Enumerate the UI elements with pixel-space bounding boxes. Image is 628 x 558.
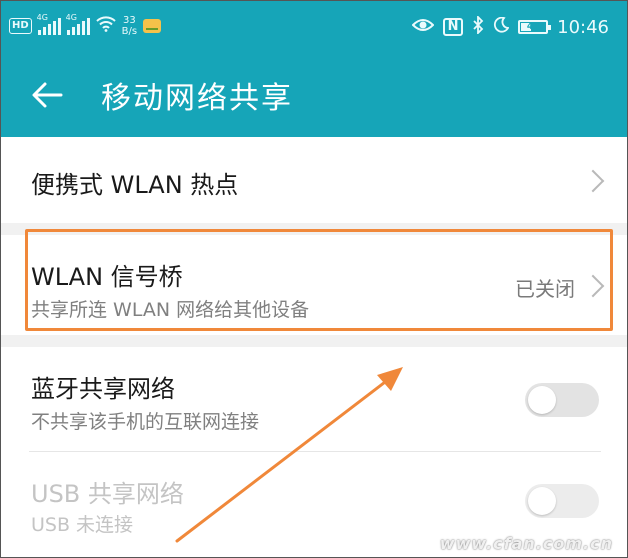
screen: HD 4G 4G 33 B/s N 40 10:46 移动网络共享 便携式 WL…	[0, 0, 628, 558]
hd-voice-badge: HD	[9, 18, 32, 34]
network-speed-unit: B/s	[121, 26, 138, 37]
highlight-box	[25, 229, 613, 331]
chevron-right-icon	[581, 169, 605, 193]
network-type-label: 4G	[36, 13, 48, 22]
bluetooth-tethering-toggle[interactable]	[525, 383, 599, 417]
list-item-bluetooth-tethering: 蓝牙共享网络 不共享该手机的互联网连接	[1, 347, 627, 451]
network-type-label: 4G	[65, 13, 77, 22]
app-bar: 移动网络共享	[1, 53, 627, 137]
page-title: 移动网络共享	[101, 81, 293, 116]
section-divider	[1, 335, 627, 347]
watermark: www.cfan.com.cn	[439, 534, 613, 553]
nfc-icon: N	[443, 18, 464, 36]
usb-tethering-toggle	[525, 484, 599, 518]
usb-tethering-title: USB 共享网络	[31, 480, 184, 508]
notification-app-icon	[143, 19, 162, 33]
wifi-icon	[95, 16, 116, 36]
signal-icon: 4G	[37, 13, 61, 35]
status-bar-right: N 40 10:46	[411, 13, 609, 41]
bluetooth-tethering-title: 蓝牙共享网络	[31, 375, 175, 403]
status-time: 10:46	[557, 16, 609, 38]
eye-icon	[411, 17, 435, 38]
status-bar: HD 4G 4G 33 B/s N 40 10:46	[1, 1, 627, 53]
battery-percent: 40	[526, 22, 540, 32]
network-speed-value: 33	[123, 15, 136, 26]
signal-icon: 4G	[66, 13, 90, 35]
list-item-portable-hotspot[interactable]: 便携式 WLAN 热点	[1, 137, 627, 223]
toggle-knob	[528, 386, 556, 414]
back-arrow-icon	[32, 82, 63, 108]
bluetooth-icon	[472, 14, 484, 39]
toggle-knob	[528, 487, 556, 515]
moon-icon	[493, 16, 510, 38]
usb-tethering-subtitle: USB 未连接	[31, 514, 134, 536]
bluetooth-tethering-subtitle: 不共享该手机的互联网连接	[31, 411, 260, 433]
back-button[interactable]	[27, 75, 73, 115]
battery-icon: 40	[518, 20, 552, 34]
network-speed: 33 B/s	[122, 15, 137, 37]
status-bar-left: HD 4G 4G 33 B/s	[9, 11, 162, 41]
hotspot-title: 便携式 WLAN 热点	[31, 171, 239, 199]
